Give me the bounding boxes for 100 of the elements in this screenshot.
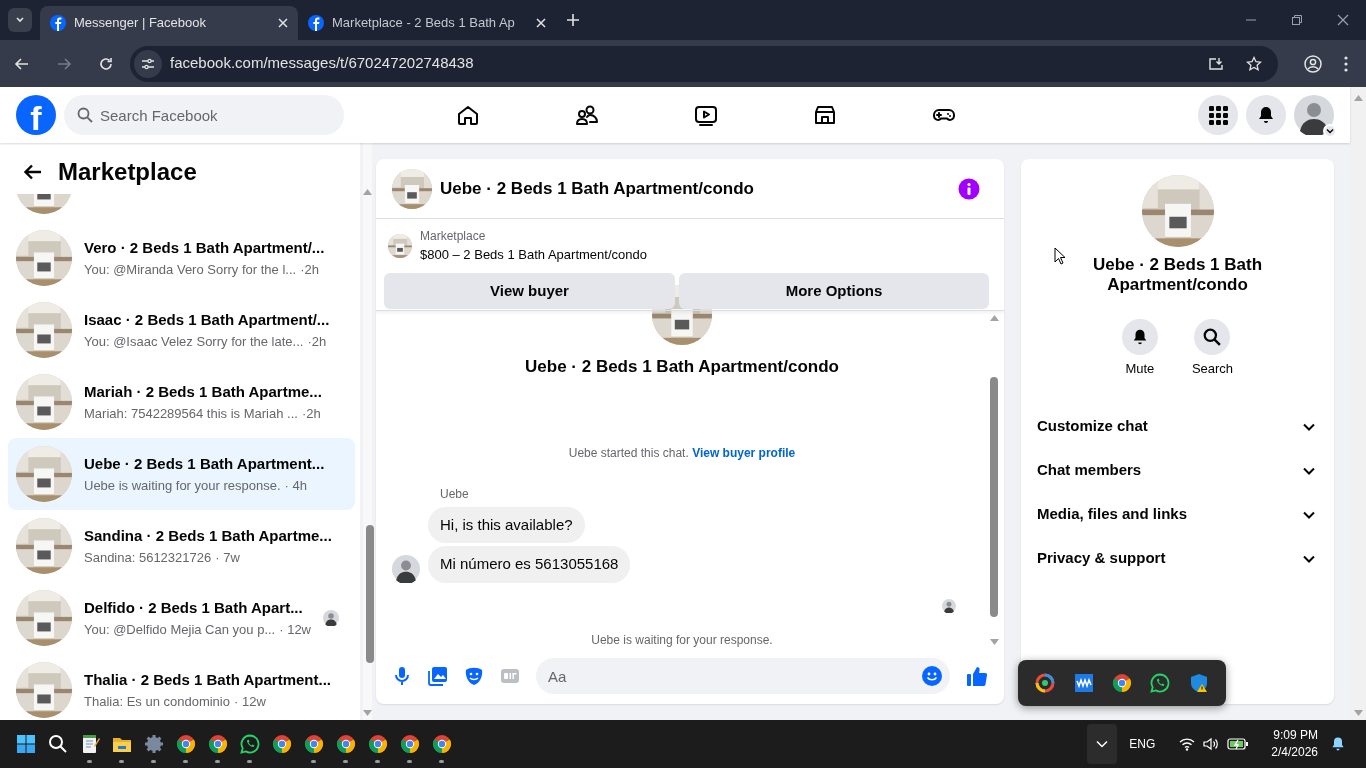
back-arrow-icon[interactable] (24, 164, 42, 180)
store-icon[interactable] (812, 103, 837, 127)
chrome-icon[interactable] (400, 734, 420, 754)
browser-tab[interactable]: Messenger | Facebook (40, 6, 298, 40)
conversation-preview: You: @Miranda Vero Sorry for the l... (84, 260, 297, 279)
conversation-title: Delfido · 2 Beds 1 Bath Apart... (84, 598, 304, 618)
video-icon[interactable] (693, 103, 718, 127)
conversation-item[interactable]: Isaac · 2 Beds 1 Bath Apartment/... You: @Isaac Velez Sorry for the late... ·2h (8, 294, 355, 366)
sidebar-title: Marketplace (58, 157, 197, 187)
conversation-item[interactable]: Uebe · 2 Beds 1 Bath Apartment... Uebe is waiting for your response. · 4h (8, 438, 355, 510)
restore-icon[interactable] (1291, 14, 1303, 26)
tab-search-button[interactable] (8, 8, 32, 32)
forward-icon[interactable] (56, 55, 72, 72)
chrome-icon[interactable] (368, 734, 388, 754)
section-title[interactable]: Privacy & support (1037, 547, 1166, 570)
chrome-icon[interactable] (1111, 673, 1132, 693)
windows-icon[interactable] (16, 734, 36, 754)
conversation-item[interactable]: Mariah · 2 Beds 1 Bath Apartme... Mariah: 7542289564 this is Mariah ... ·2h (8, 366, 355, 438)
gear-icon[interactable] (144, 734, 164, 754)
profile-icon[interactable] (1304, 54, 1322, 73)
thumbs-up-icon[interactable] (966, 665, 988, 688)
conversation-preview: Uebe is waiting for your response. (84, 476, 281, 495)
tab-title: Marketplace - 2 Beds 1 Bath Ap (332, 15, 515, 31)
chrome-icon[interactable] (208, 734, 228, 754)
section-title[interactable]: Media, files and links (1037, 503, 1188, 526)
chrome-icon[interactable] (432, 734, 452, 754)
section-title[interactable]: Chat members (1037, 459, 1142, 482)
waveform-icon[interactable] (1073, 673, 1094, 693)
conversation-time: · 12w (234, 692, 266, 711)
message-field[interactable]: Aa (536, 658, 950, 695)
conversation-preview: You: @Isaac Velez Sorry for the late... (84, 332, 304, 351)
search-icon[interactable] (48, 734, 68, 754)
clock-date[interactable]: 2/4/2026 (1271, 744, 1318, 761)
friends-icon[interactable] (574, 103, 599, 127)
section-title[interactable]: Customize chat (1037, 415, 1148, 438)
buyer-profile-link[interactable]: View buyer profile (692, 445, 796, 460)
favicon-icon (308, 15, 324, 31)
view-buyer-button[interactable]: View buyer (384, 272, 675, 309)
battery-icon[interactable] (1227, 737, 1250, 751)
search-field[interactable]: Search Facebook (64, 95, 344, 135)
conversation-item[interactable]: Delfido · 2 Beds 1 Bath Apart... You: @Delfido Mejia Can you p... · 12w (8, 582, 355, 654)
chrome-icon[interactable] (272, 734, 292, 754)
scrollbar-thumb[interactable] (990, 377, 998, 617)
address-bar[interactable]: facebook.com/messages/t/670247202748438 (130, 45, 1278, 82)
wifi-icon[interactable] (1179, 737, 1196, 751)
tab-title: Messenger | Facebook (74, 15, 206, 31)
chrome-icon[interactable] (304, 734, 324, 754)
shield-warning-icon[interactable] (1188, 673, 1209, 693)
conversation-time: ·2h (301, 404, 321, 423)
chrome-icon[interactable] (176, 734, 196, 754)
conversation-title: Uebe · 2 Beds 1 Bath Apartment... (84, 454, 326, 474)
back-icon[interactable] (14, 55, 30, 72)
conversation-preview: Sandina: 5612321726 (84, 548, 212, 567)
clock-time[interactable]: 9:09 PM (1273, 727, 1318, 744)
sticker-icon[interactable] (464, 666, 484, 687)
emoji-icon[interactable] (922, 666, 942, 687)
mute-button[interactable] (1121, 319, 1158, 355)
menu-icon[interactable] (1344, 55, 1348, 72)
notepad-icon[interactable] (80, 734, 100, 754)
chevron-down-icon (15, 15, 25, 25)
conversation-item[interactable]: Sandina · 2 Beds 1 Bath Apartme... Sandina: 5612321726 · 7w (8, 510, 355, 582)
search-button[interactable] (1194, 319, 1231, 355)
menu-button[interactable] (1198, 95, 1238, 135)
conversation-time: · 12w (279, 620, 311, 639)
conversation-title: Mariah · 2 Beds 1 Bath Apartme... (84, 382, 323, 402)
conversation-time: ·2h (300, 260, 319, 279)
conversation-item[interactable]: Thalia · 2 Beds 1 Bath Apartment... Thalia: Es un condominio · 12w (8, 654, 355, 720)
conversation-title: Sandina · 2 Beds 1 Bath Apartme... (84, 526, 333, 546)
chrome-icon[interactable] (336, 734, 356, 754)
home-icon[interactable] (455, 103, 480, 127)
volume-icon[interactable] (1203, 737, 1220, 751)
conversation-preview: You: @Delfido Mejia Can you p... (84, 620, 276, 639)
notifications-button[interactable] (1246, 95, 1286, 135)
close-icon[interactable] (1337, 14, 1349, 26)
logo[interactable]: f (16, 95, 56, 135)
browser-tab[interactable]: Marketplace - 2 Beds 1 Bath Ap (298, 6, 556, 40)
install-icon[interactable] (1208, 55, 1224, 72)
bell-icon[interactable] (1330, 736, 1346, 752)
microphone-icon[interactable] (392, 666, 412, 687)
more-options-button[interactable]: More Options (679, 272, 989, 309)
language-indicator[interactable]: ENG (1129, 735, 1156, 753)
listing-label: Marketplace (420, 228, 487, 246)
chat-bubble-icon[interactable] (240, 734, 260, 754)
favicon-icon (50, 15, 66, 31)
info-icon[interactable] (958, 177, 980, 200)
star-icon[interactable] (1246, 55, 1262, 72)
chat-bubble-icon[interactable] (1150, 673, 1171, 693)
listing-title: $800 – 2 Beds 1 Bath Apartment/condo (420, 246, 647, 265)
new-tab-icon[interactable] (566, 13, 580, 27)
conversation-preview: Thalia: Es un condominio (84, 692, 230, 711)
scrollbar-thumb[interactable] (366, 525, 374, 663)
url-text: facebook.com/messages/t/670247202748438 (170, 53, 475, 74)
chat-status: Uebe is waiting for your response. (591, 631, 773, 649)
conversation-time: · 4h (284, 476, 307, 495)
chevron-down-icon[interactable] (1326, 127, 1334, 135)
image-icon[interactable] (428, 666, 448, 687)
reload-icon[interactable] (98, 55, 114, 72)
sender-name: Uebe (440, 485, 470, 503)
swirl-icon[interactable] (1035, 673, 1056, 693)
conversation-item[interactable]: Vero · 2 Beds 1 Bath Apartment/... You: @Miranda Vero Sorry for the l... ·2h (8, 222, 355, 294)
